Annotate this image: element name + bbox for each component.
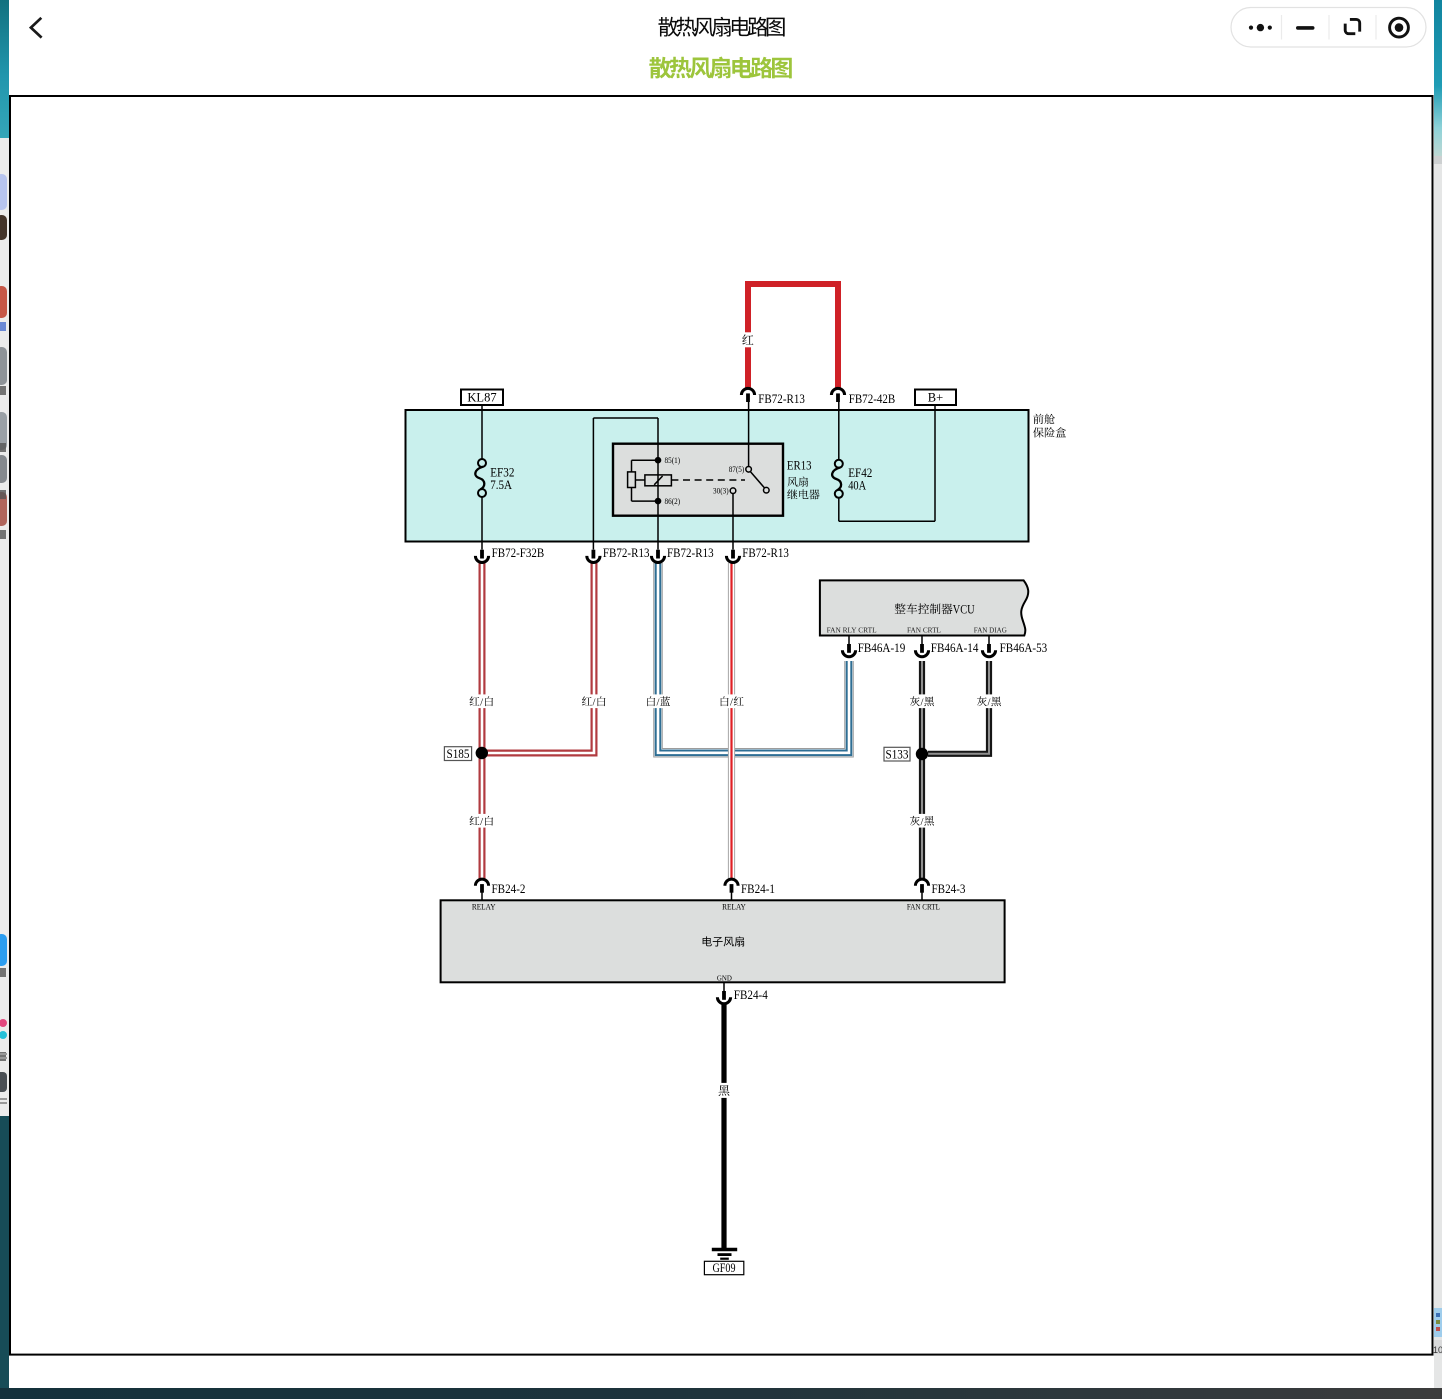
svg-text:FAN DIAG: FAN DIAG [974,625,1007,634]
svg-text:FB46A-14: FB46A-14 [931,641,979,655]
svg-text:FAN CRTL: FAN CRTL [907,902,940,911]
svg-text:GF09: GF09 [713,1261,736,1275]
svg-text:30(3): 30(3) [713,486,729,496]
svg-text:/: / [921,816,924,828]
svg-text:40A: 40A [848,478,867,492]
svg-text:FB24-4: FB24-4 [734,988,769,1002]
svg-text:86(2): 86(2) [665,496,681,506]
svg-text:FAN RLY CRTL: FAN RLY CRTL [827,625,877,634]
svg-text:FB72-R13: FB72-R13 [758,392,805,406]
svg-text:FB72-F32B: FB72-F32B [492,546,545,560]
svg-text:/: / [921,696,924,708]
svg-text:/: / [657,696,660,708]
svg-text:S185: S185 [447,747,470,761]
svg-text:87(5): 87(5) [729,464,745,474]
svg-text:ER13: ER13 [787,459,812,473]
svg-text:RELAY: RELAY [722,902,746,911]
svg-text:FB46A-19: FB46A-19 [858,641,906,655]
svg-text:FB24-1: FB24-1 [741,882,775,896]
svg-text:RELAY: RELAY [472,902,496,911]
svg-text:85(1): 85(1) [665,455,681,465]
svg-text:FB72-R13: FB72-R13 [742,546,789,560]
svg-text:FB72-R13: FB72-R13 [603,546,650,560]
svg-text:FB24-2: FB24-2 [492,882,526,896]
svg-text:FB46A-53: FB46A-53 [1000,641,1048,655]
svg-text:/: / [730,696,733,708]
svg-text:VCU: VCU [953,602,975,616]
svg-text:S133: S133 [886,748,909,762]
svg-text:/: / [480,696,483,708]
svg-text:FB72-R13: FB72-R13 [667,546,714,560]
svg-text:10: 10 [1433,1345,1442,1355]
svg-text:/: / [988,696,991,708]
svg-text:FB24-3: FB24-3 [932,882,966,896]
svg-text:/: / [480,816,483,828]
svg-text:FB72-42B: FB72-42B [849,392,896,406]
svg-text:FAN CRTL: FAN CRTL [907,625,941,634]
svg-text:GND: GND [717,973,732,982]
svg-text:B+: B+ [928,391,943,405]
svg-text:7.5A: 7.5A [490,478,512,492]
svg-text:/: / [593,696,596,708]
svg-text:KL87: KL87 [467,391,496,405]
